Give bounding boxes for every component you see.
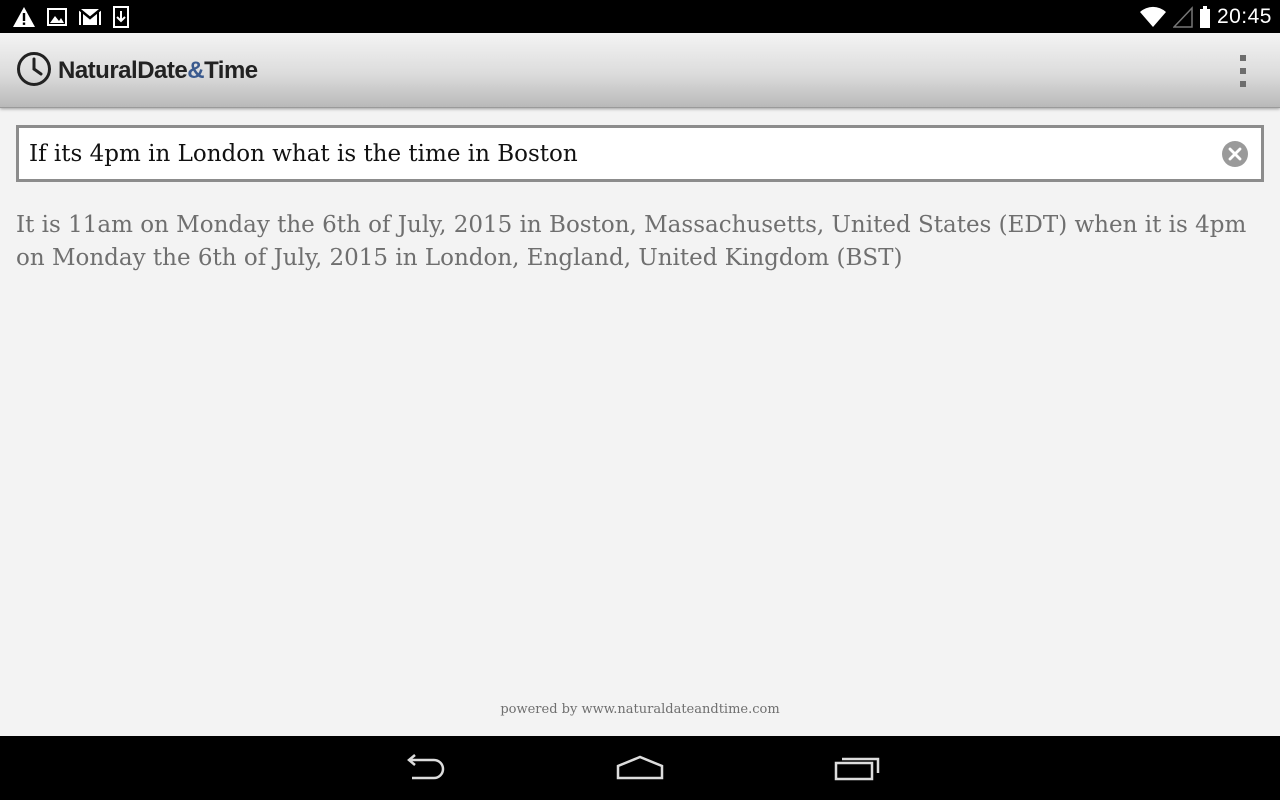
navigation-bar (0, 736, 1280, 800)
warning-icon (12, 6, 36, 28)
status-clock: 20:45 (1216, 4, 1272, 28)
cell-signal-icon (1172, 5, 1193, 28)
back-icon[interactable] (394, 750, 454, 786)
gmail-icon (78, 7, 102, 27)
status-bar: 20:45 (0, 0, 1280, 33)
app-title-end: Time (204, 57, 258, 84)
clock-icon (16, 51, 52, 91)
app-title-amp: & (187, 57, 205, 84)
app-logo: NaturalDate&Time (16, 51, 258, 91)
powered-by-link[interactable]: powered by www.naturaldateandtime.com (0, 702, 1280, 717)
overflow-menu-icon[interactable] (1236, 53, 1250, 89)
battery-icon (1199, 5, 1211, 29)
clear-icon[interactable] (1222, 141, 1248, 167)
result-text: It is 11am on Monday the 6th of July, 20… (16, 212, 1247, 271)
system-status: 20:45 (1139, 0, 1272, 33)
home-icon[interactable] (610, 750, 670, 786)
app-bar: NaturalDate&Time (0, 33, 1280, 108)
app-title-main: NaturalDate (58, 57, 188, 84)
app-title: NaturalDate&Time (58, 57, 258, 85)
search-input[interactable] (29, 128, 1209, 179)
overflow-menu-dot (1240, 81, 1246, 87)
overflow-menu-dot (1240, 68, 1246, 74)
notification-icons (12, 5, 130, 29)
search-box (16, 125, 1264, 182)
overflow-menu-dot (1240, 55, 1246, 61)
wifi-icon (1139, 6, 1167, 28)
download-icon (112, 6, 130, 28)
recents-icon[interactable] (828, 750, 888, 786)
image-icon (46, 6, 68, 28)
